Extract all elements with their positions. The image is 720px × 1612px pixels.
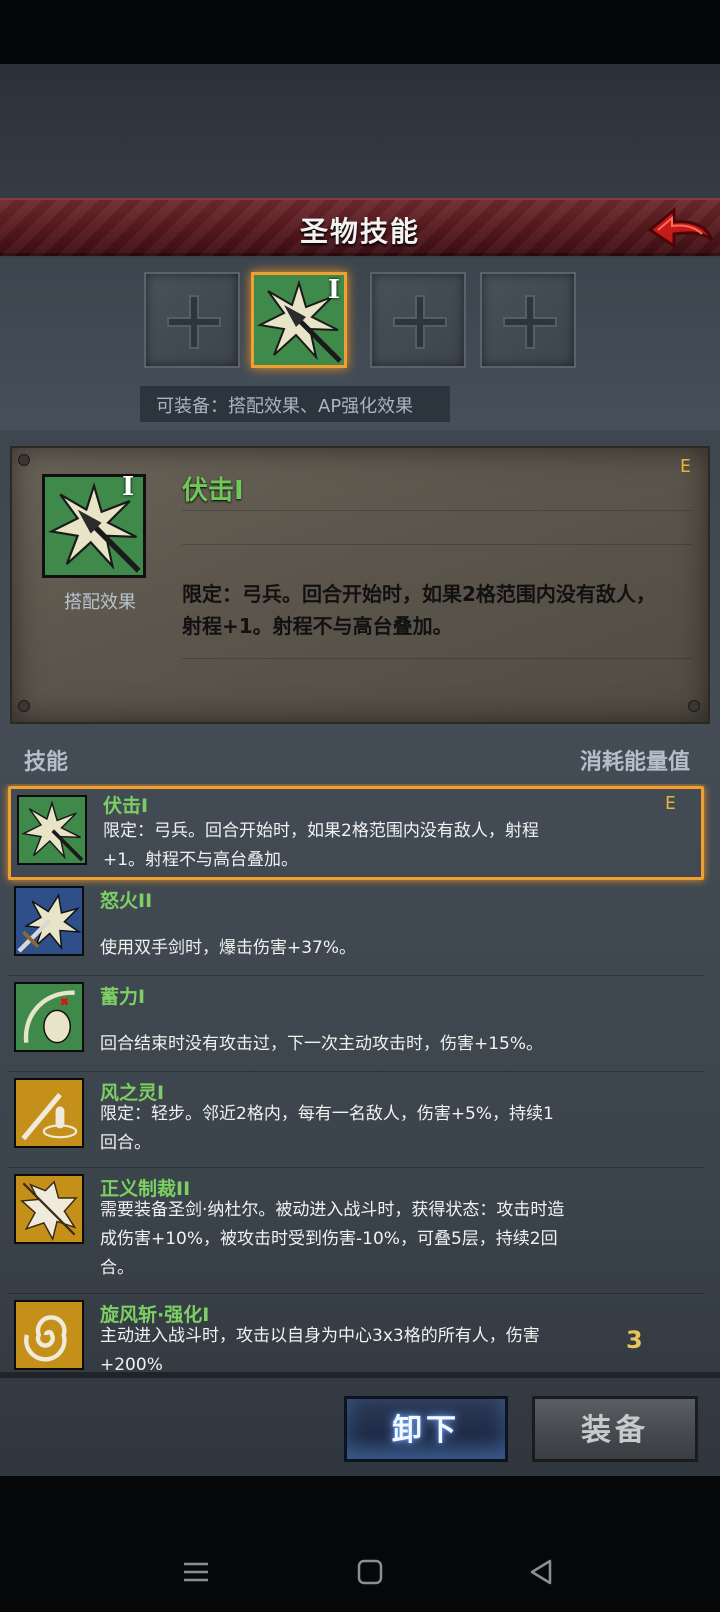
skill-icon	[17, 795, 87, 865]
skill-name: 伏击I	[103, 795, 149, 817]
cross-icon	[167, 295, 221, 349]
skill-icon	[14, 1078, 84, 1148]
skill-row[interactable]: 怒火II 使用双手剑时，爆击伤害+37%。	[8, 884, 704, 976]
divider	[182, 658, 692, 659]
title-banner: 圣物技能	[0, 198, 720, 256]
relic-slot-3[interactable]	[370, 272, 466, 368]
status-bar	[0, 0, 720, 64]
list-header-skill: 技能	[24, 750, 69, 775]
skill-description: 限定：轻步。邻近2格内，每有一名敌人，伤害+5%，持续1回合。	[100, 1104, 554, 1153]
skill-description: 回合结束时没有攻击过，下一次主动攻击时，伤害+15%。	[100, 1034, 544, 1054]
whirlwind-icon	[16, 1302, 82, 1368]
skill-icon	[14, 982, 84, 1052]
wind-spirit-icon	[16, 1080, 82, 1146]
holy-blade-icon	[16, 1176, 82, 1242]
divider	[0, 1372, 720, 1378]
skill-description: 主动进入战斗时，攻击以自身为中心3x3格的所有人，伤害+200%	[100, 1326, 540, 1372]
skill-row[interactable]: 伏击I 限定：弓兵。回合开始时，如果2格范围内没有敌人，射程+1。射程不与高台叠…	[8, 786, 704, 880]
skill-row[interactable]: 旋风斩·强化I 主动进入战斗时，攻击以自身为中心3x3格的所有人，伤害+200%…	[8, 1298, 704, 1372]
relic-slot-4[interactable]	[480, 272, 576, 368]
skill-row[interactable]: 正义制裁II 需要装备圣剑·纳杜尔。被动进入战斗时，获得状态：攻击时造成伤害+1…	[8, 1172, 704, 1294]
home-icon[interactable]	[354, 1556, 386, 1588]
cross-icon	[393, 295, 447, 349]
skill-energy-cost: 3	[626, 1326, 643, 1354]
rivet	[18, 454, 30, 466]
detail-sub-label: 搭配效果	[64, 592, 136, 613]
system-nav-bar	[0, 1476, 720, 1612]
detail-description: 限定：弓兵。回合开始时，如果2格范围内没有敌人，射程+1。射程不与高台叠加。	[182, 582, 656, 638]
spear-burst-icon	[19, 797, 85, 863]
back-nav-icon[interactable]	[526, 1556, 558, 1588]
skill-description: 需要装备圣剑·纳杜尔。被动进入战斗时，获得状态：攻击时造成伤害+10%，被攻击时…	[100, 1200, 565, 1278]
skill-icon	[14, 1174, 84, 1244]
detail-roman-numeral: I	[122, 472, 135, 502]
skill-name: 蓄力I	[100, 986, 146, 1008]
relic-slot-1[interactable]	[144, 272, 240, 368]
rivet	[18, 700, 30, 712]
skill-icon	[14, 886, 84, 956]
skill-list[interactable]: 伏击I 限定：弓兵。回合开始时，如果2格范围内没有敌人，射程+1。射程不与高台叠…	[0, 784, 720, 1372]
relic-slot-2[interactable]: I	[251, 272, 347, 368]
back-button[interactable]	[644, 200, 716, 256]
unequip-button[interactable]: 卸下	[344, 1396, 508, 1462]
list-header-cost: 消耗能量值	[579, 750, 690, 775]
equip-hint: 可装备：搭配效果、AP强化效果	[140, 386, 450, 422]
sword-burst-icon	[16, 888, 82, 954]
equip-button[interactable]: 装备	[532, 1396, 698, 1462]
divider	[182, 544, 692, 545]
detail-equipped-badge: E	[680, 456, 691, 477]
menu-icon[interactable]	[180, 1556, 212, 1588]
back-arrow-icon	[647, 206, 714, 249]
skill-description: 使用双手剑时，爆击伤害+37%。	[100, 938, 357, 958]
page-title: 圣物技能	[299, 215, 420, 248]
rivet	[688, 700, 700, 712]
skill-detail-card: I 搭配效果 伏击I E 限定：弓兵。回合开始时，如果2格范围内没有敌人，射程+…	[10, 446, 710, 724]
detail-skill-name: 伏击I	[182, 476, 244, 506]
skill-description: 限定：弓兵。回合开始时，如果2格范围内没有敌人，射程+1。射程不与高台叠加。	[103, 821, 539, 870]
archer-charge-icon	[16, 984, 82, 1050]
skill-icon	[14, 1300, 84, 1370]
slot-roman-numeral: I	[327, 275, 340, 305]
skill-row[interactable]: 蓄力I 回合结束时没有攻击过，下一次主动攻击时，伤害+15%。	[8, 980, 704, 1072]
skill-equipped-tag: E	[665, 793, 676, 814]
skill-row[interactable]: 风之灵I 限定：轻步。邻近2格内，每有一名敌人，伤害+5%，持续1回合。	[8, 1076, 704, 1168]
divider	[182, 510, 692, 511]
skill-name: 怒火II	[100, 890, 153, 912]
cross-icon	[503, 295, 557, 349]
